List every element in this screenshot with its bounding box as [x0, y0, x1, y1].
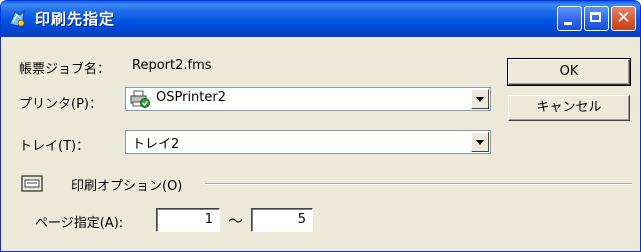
tray-select[interactable]: トレイ2	[125, 130, 491, 154]
tray-value: トレイ2	[132, 137, 180, 152]
tray-dropdown-button[interactable]	[471, 132, 489, 152]
ok-button[interactable]: OK	[507, 58, 631, 86]
printer-dropdown-button[interactable]	[471, 89, 489, 109]
print-options-icon[interactable]	[21, 175, 43, 192]
print-options-label[interactable]: 印刷オプション(O)	[71, 175, 182, 194]
cancel-button[interactable]: キャンセル	[508, 95, 630, 121]
title-bar[interactable]: 印刷先指定 ✕	[1, 1, 640, 37]
close-icon: ✕	[616, 8, 631, 28]
page-to-input[interactable]: 5	[251, 208, 313, 232]
printer-ready-icon	[130, 90, 150, 108]
printer-value: OSPrinter2	[156, 90, 227, 105]
printer-label: プリンタ(P)：	[19, 97, 102, 112]
print-destination-dialog: 印刷先指定 ✕ 帳票ジョブ名： Report2.fms プリンタ(P)： OSP…	[0, 0, 641, 252]
window-title: 印刷先指定	[35, 10, 116, 28]
tray-label: トレイ(T)：	[19, 139, 90, 154]
close-button[interactable]: ✕	[611, 6, 636, 31]
page-from-input[interactable]: 1	[156, 208, 220, 232]
page-range-separator: 〜	[228, 212, 244, 230]
maximize-button[interactable]	[584, 6, 609, 31]
report-job-name-label: 帳票ジョブ名：	[19, 62, 111, 77]
report-job-name-value: Report2.fms	[132, 58, 212, 73]
page-range-label: ページ指定(A):	[35, 216, 124, 231]
minimize-button[interactable]	[557, 6, 582, 31]
app-icon	[9, 9, 25, 27]
printer-select[interactable]: OSPrinter2	[125, 87, 491, 111]
print-options-divider	[205, 183, 632, 185]
